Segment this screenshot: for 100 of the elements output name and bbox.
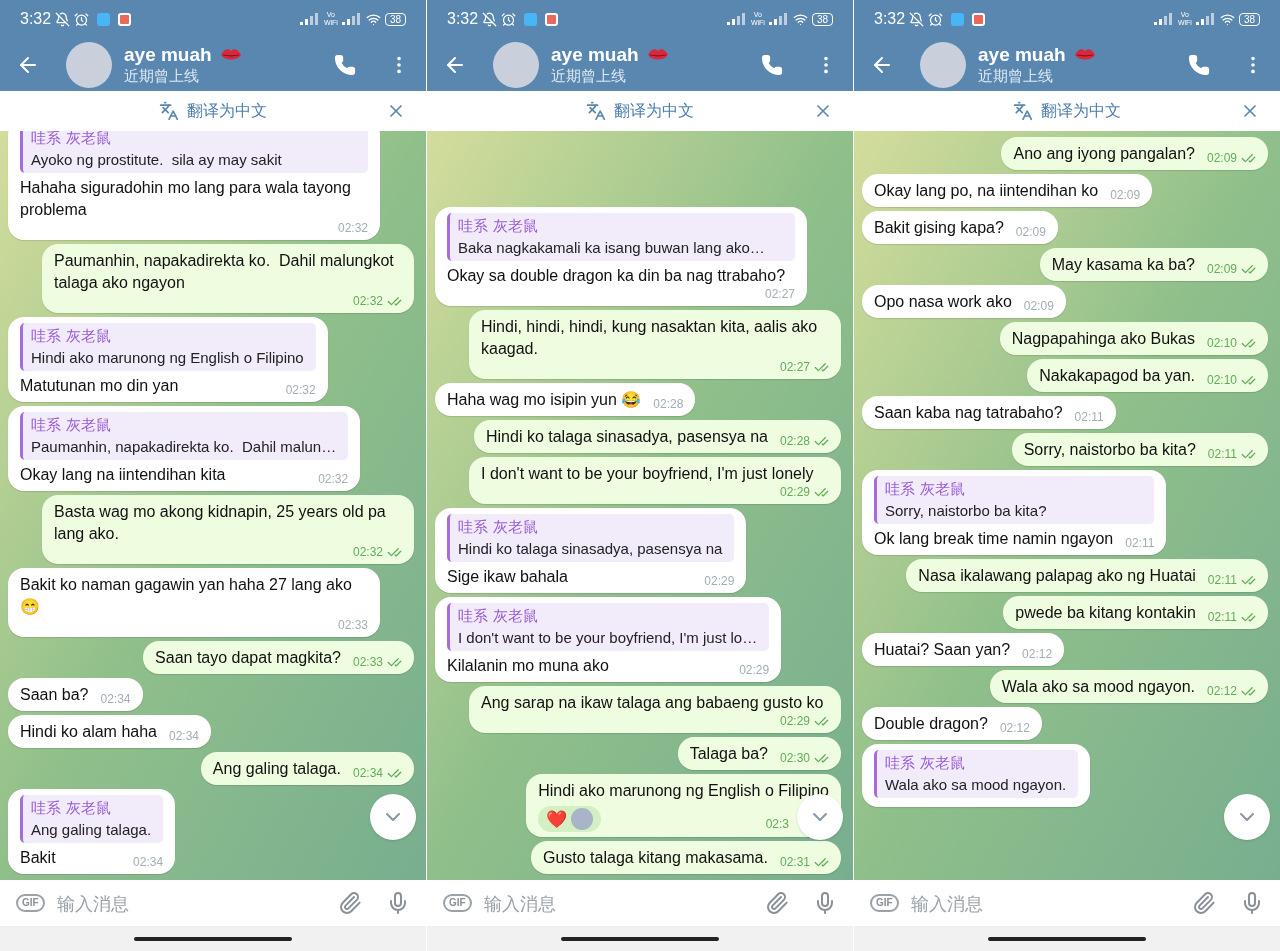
message-time: 02:28 — [779, 434, 810, 449]
home-indicator[interactable] — [988, 936, 1146, 941]
message-text: Huatai? Saan yan? — [874, 640, 1011, 660]
signal-icon — [1153, 13, 1174, 25]
message-text: Ok lang break time namin ngayon — [874, 529, 1114, 549]
signal-icon — [726, 13, 747, 25]
message-text: Hindi ko talaga sinasadya, pasensya na — [486, 427, 768, 447]
attach-icon[interactable] — [1192, 891, 1216, 915]
signal-icon — [299, 13, 320, 25]
message-time: 02:3 — [765, 816, 789, 832]
reply-text: Baka nagkakamali ka isang buwan lang ako… — [458, 238, 766, 258]
message-time: 02:29 — [779, 485, 810, 500]
message-time: 02:09 — [1206, 151, 1237, 166]
wifi-icon — [365, 11, 381, 27]
message-text: Gusto talaga kitang makasama. — [542, 848, 768, 868]
translate-icon — [586, 101, 606, 121]
message-text: Opo nasa work ako — [874, 292, 1012, 312]
gif-button[interactable]: GIF — [870, 894, 899, 912]
attach-icon[interactable] — [765, 891, 789, 915]
message-time: 02:34 — [133, 855, 164, 870]
message-text: Hindi ko alam haha — [20, 722, 157, 742]
battery-indicator: 38 — [384, 12, 406, 26]
message-text: Saan kaba nag tatrabaho? — [874, 403, 1063, 423]
home-indicator[interactable] — [134, 936, 292, 941]
message-text: Ang galing talaga. — [212, 759, 341, 779]
message-text: Ano ang iyong pangalan? — [1013, 144, 1195, 164]
message-time: 02:32 — [337, 221, 368, 236]
signal-icon — [1195, 13, 1216, 25]
message-time: 02:29 — [704, 574, 735, 589]
message-time: 02:34 — [168, 729, 199, 744]
app-icon — [118, 12, 132, 26]
lips-icon — [1073, 47, 1096, 62]
contact-name: aye muah — [124, 43, 212, 66]
lips-icon — [646, 47, 669, 62]
message-time: 02:11 — [1125, 536, 1155, 551]
message-text: Sige ikaw bahala — [447, 567, 568, 587]
translate-label: 翻译为中文 — [187, 100, 267, 122]
message-time: 02:27 — [779, 360, 810, 375]
scroll-down-button[interactable] — [370, 794, 416, 840]
message-time: 02:32 — [352, 294, 383, 309]
reply-author: 哇系 灰老鼠 — [458, 517, 539, 538]
app-icon — [97, 12, 111, 26]
message-text: Hahaha siguradohin mo lang para wala tayong problema — [20, 178, 352, 220]
message-text: Haha wag mo isipin yun 😂 — [447, 390, 642, 410]
home-indicator[interactable] — [561, 936, 719, 941]
reply-author: 哇系 灰老鼠 — [885, 479, 966, 500]
message-text: Bakit — [20, 848, 56, 868]
attach-icon[interactable] — [338, 891, 362, 915]
reaction-chip[interactable]: ❤ — [538, 806, 602, 832]
message-time: 02:32 — [352, 545, 383, 560]
message-time: 02:33 — [337, 618, 368, 633]
reply-text: Paumanhin, napakadirekta ko. Dahil malun… — [31, 437, 337, 457]
reply-author: 哇系 灰老鼠 — [31, 798, 112, 819]
message-time: 02:11 — [1207, 447, 1237, 462]
message-text: Talaga ba? — [689, 744, 768, 764]
message-time: 02:34 — [100, 692, 131, 707]
clock-time: 3:32 — [447, 9, 479, 29]
translate-icon — [1013, 101, 1033, 121]
message-text: Matutunan mo din yan — [20, 376, 179, 396]
bell-off-icon — [482, 11, 498, 27]
avatar[interactable] — [66, 41, 112, 88]
message-time: 02:12 — [1022, 647, 1053, 662]
phone-icon[interactable] — [1188, 53, 1210, 76]
contact-name: aye muah — [551, 43, 639, 66]
scroll-down-button[interactable] — [1224, 794, 1270, 840]
alarm-icon — [74, 11, 90, 27]
alarm-icon — [501, 11, 517, 27]
clock-time: 3:32 — [874, 9, 906, 29]
gif-button[interactable]: GIF — [443, 894, 472, 912]
app-icon — [524, 12, 538, 26]
signal-icon — [341, 13, 362, 25]
phone-icon[interactable] — [334, 53, 356, 76]
avatar[interactable] — [920, 41, 966, 88]
reply-author: 哇系 灰老鼠 — [31, 131, 112, 149]
translate-label: 翻译为中文 — [1041, 100, 1121, 122]
message-time: 02:30 — [779, 751, 810, 766]
contact-status: 近期曾上线 — [978, 66, 1054, 86]
reply-author: 哇系 灰老鼠 — [31, 415, 112, 436]
gif-button[interactable]: GIF — [16, 894, 45, 912]
bell-off-icon — [909, 11, 925, 27]
reply-text: Sorry, naistorbo ba kita? — [885, 501, 1048, 521]
message-time: 02:27 — [764, 287, 795, 302]
message-text: Hindi, hindi, hindi, kung nasaktan kita, aalis ako kaagad. — [481, 317, 819, 359]
message-text: I don't want to be your boyfriend, I'm just lonely — [481, 464, 814, 484]
phone-icon[interactable] — [761, 53, 783, 76]
avatar[interactable] — [493, 41, 539, 88]
lips-icon — [219, 47, 242, 62]
message-text: Bakit ko naman gagawin yan haha 27 lang ako 😁 — [20, 575, 353, 617]
message-text: May kasama ka ba? — [1051, 255, 1195, 275]
reply-author: 哇系 灰老鼠 — [458, 606, 539, 627]
reactor-avatar — [571, 808, 594, 830]
message-time: 02:11 — [1207, 610, 1237, 625]
message-time: 02:09 — [1023, 299, 1054, 314]
reaction-emoji: ❤ — [546, 808, 568, 830]
message-time: 02:11 — [1074, 410, 1104, 425]
message-text: Ang sarap na ikaw talaga ang babaeng gusto ko — [481, 693, 824, 713]
message-time: 02:29 — [779, 714, 810, 729]
message-text: Sorry, naistorbo ba kita? — [1023, 440, 1196, 460]
message-text: Basta wag mo akong kidnapin, 25 years old pa lang ako. — [54, 502, 387, 544]
contact-status: 近期曾上线 — [551, 66, 627, 86]
